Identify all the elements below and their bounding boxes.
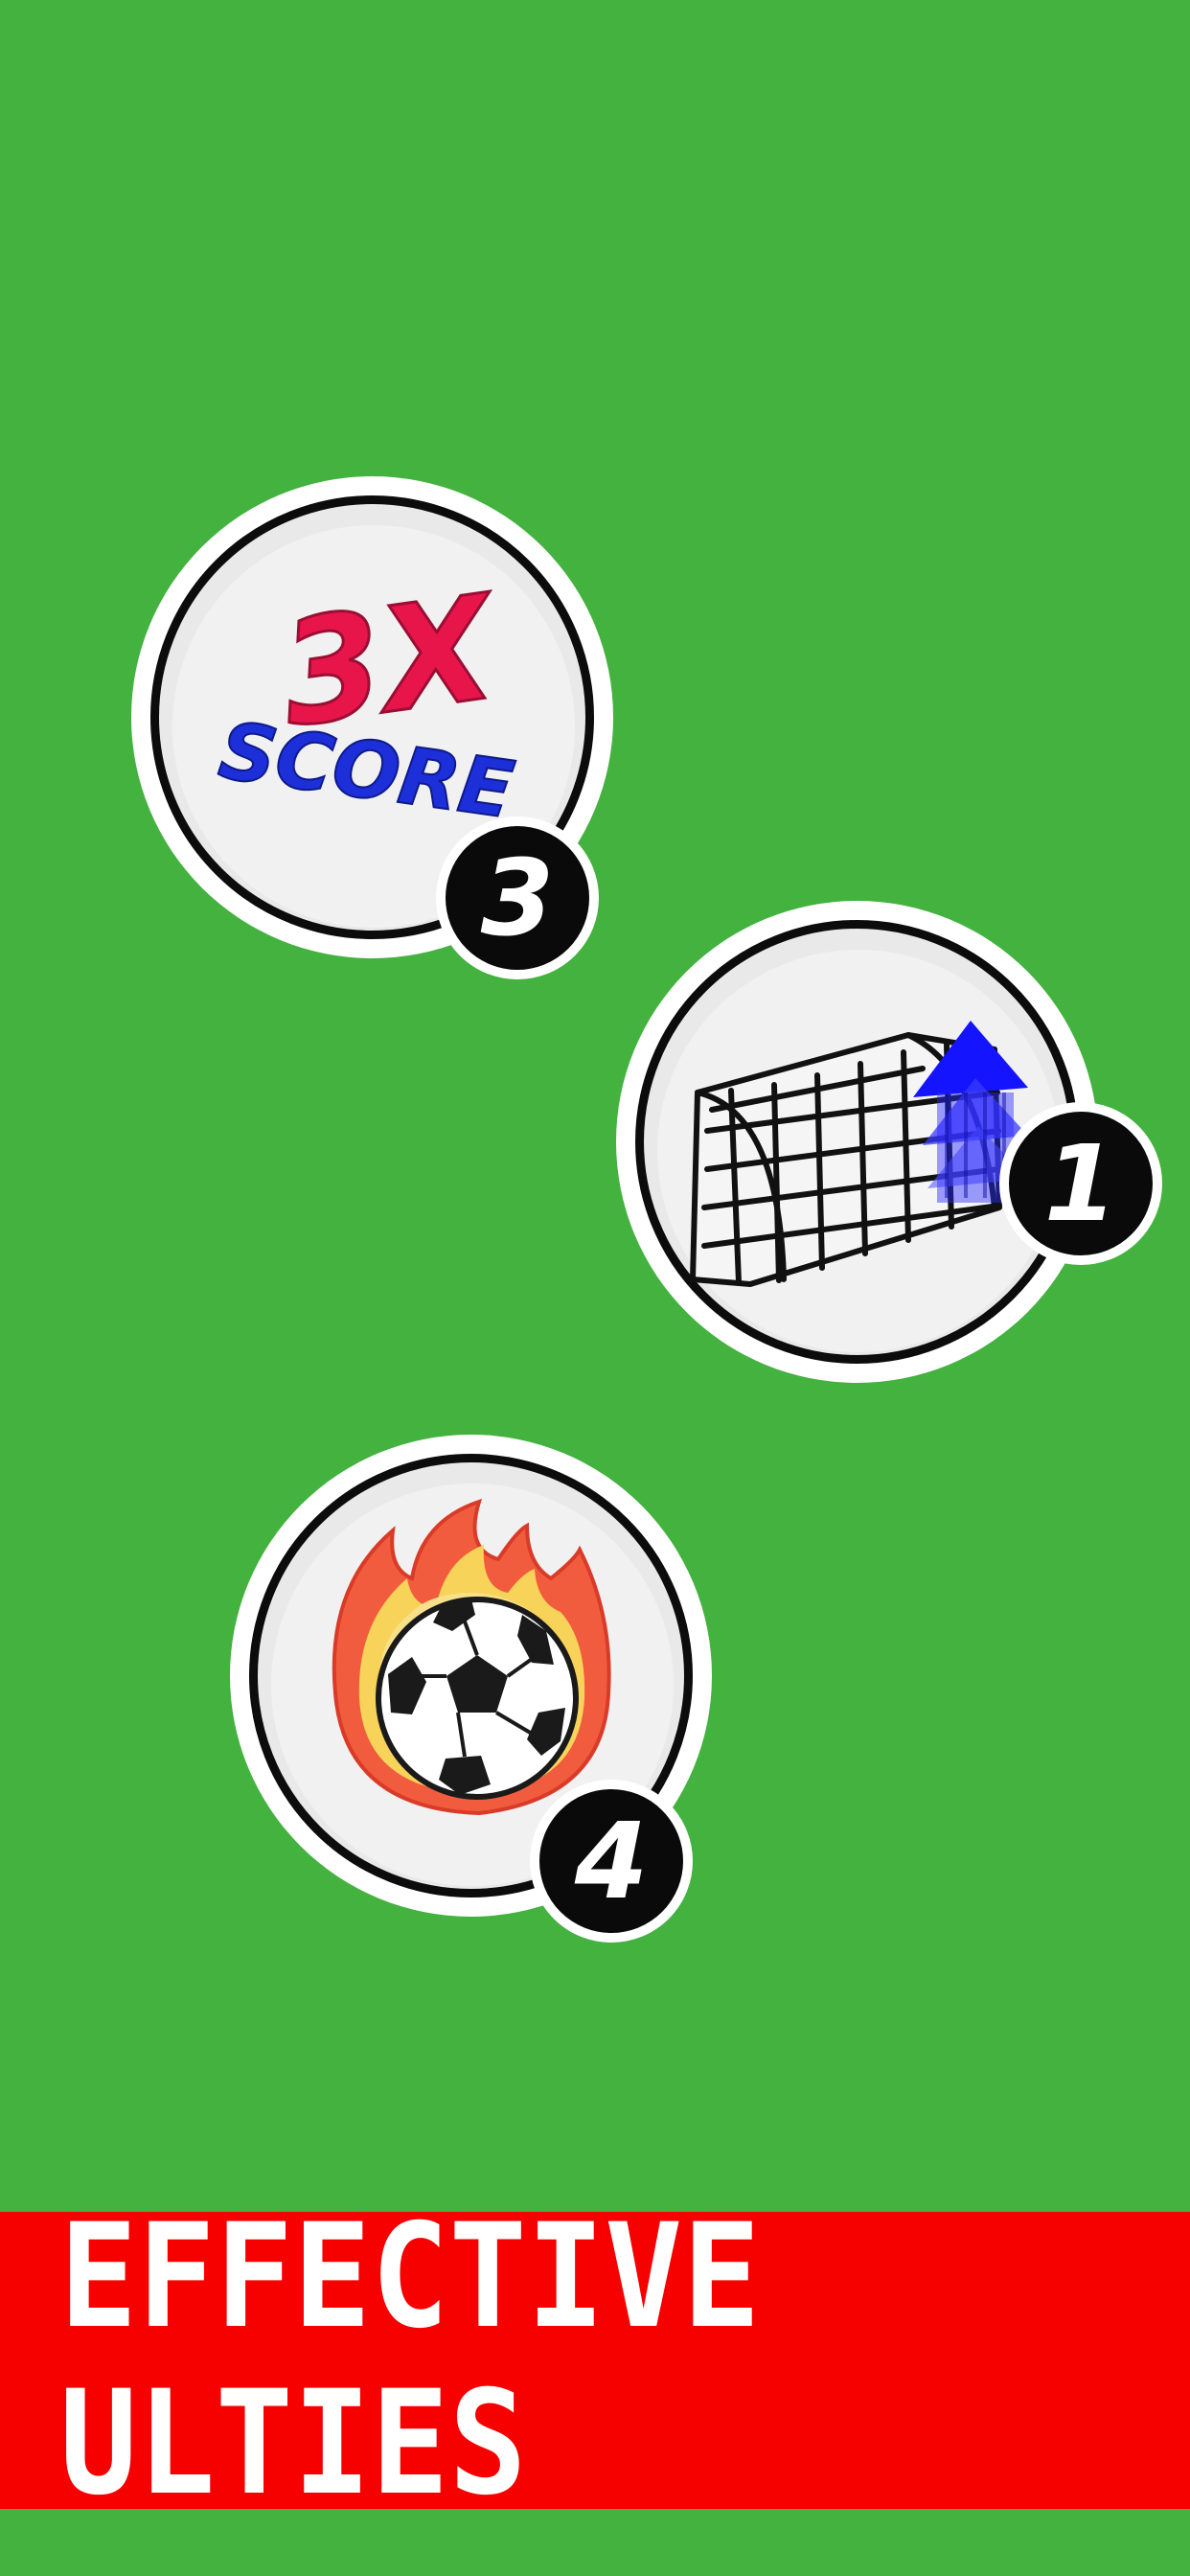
ulti-goal-boost-button[interactable]: 1 bbox=[616, 901, 1162, 1383]
promo-banner: EFFECTIVE ULTIES bbox=[0, 2194, 1190, 2527]
ulti-triple-score-count-badge: 3 bbox=[436, 816, 599, 979]
ulti-fire-ball-button[interactable]: 4 bbox=[230, 1435, 712, 1943]
ulti-goal-boost-count-badge: 1 bbox=[999, 1102, 1162, 1265]
banner-title: EFFECTIVE ULTIES bbox=[59, 2194, 761, 2527]
ulti-fire-ball-count-badge: 4 bbox=[530, 1780, 693, 1943]
ulti-triple-score-button[interactable]: 3X SCORE 3 bbox=[131, 476, 613, 979]
